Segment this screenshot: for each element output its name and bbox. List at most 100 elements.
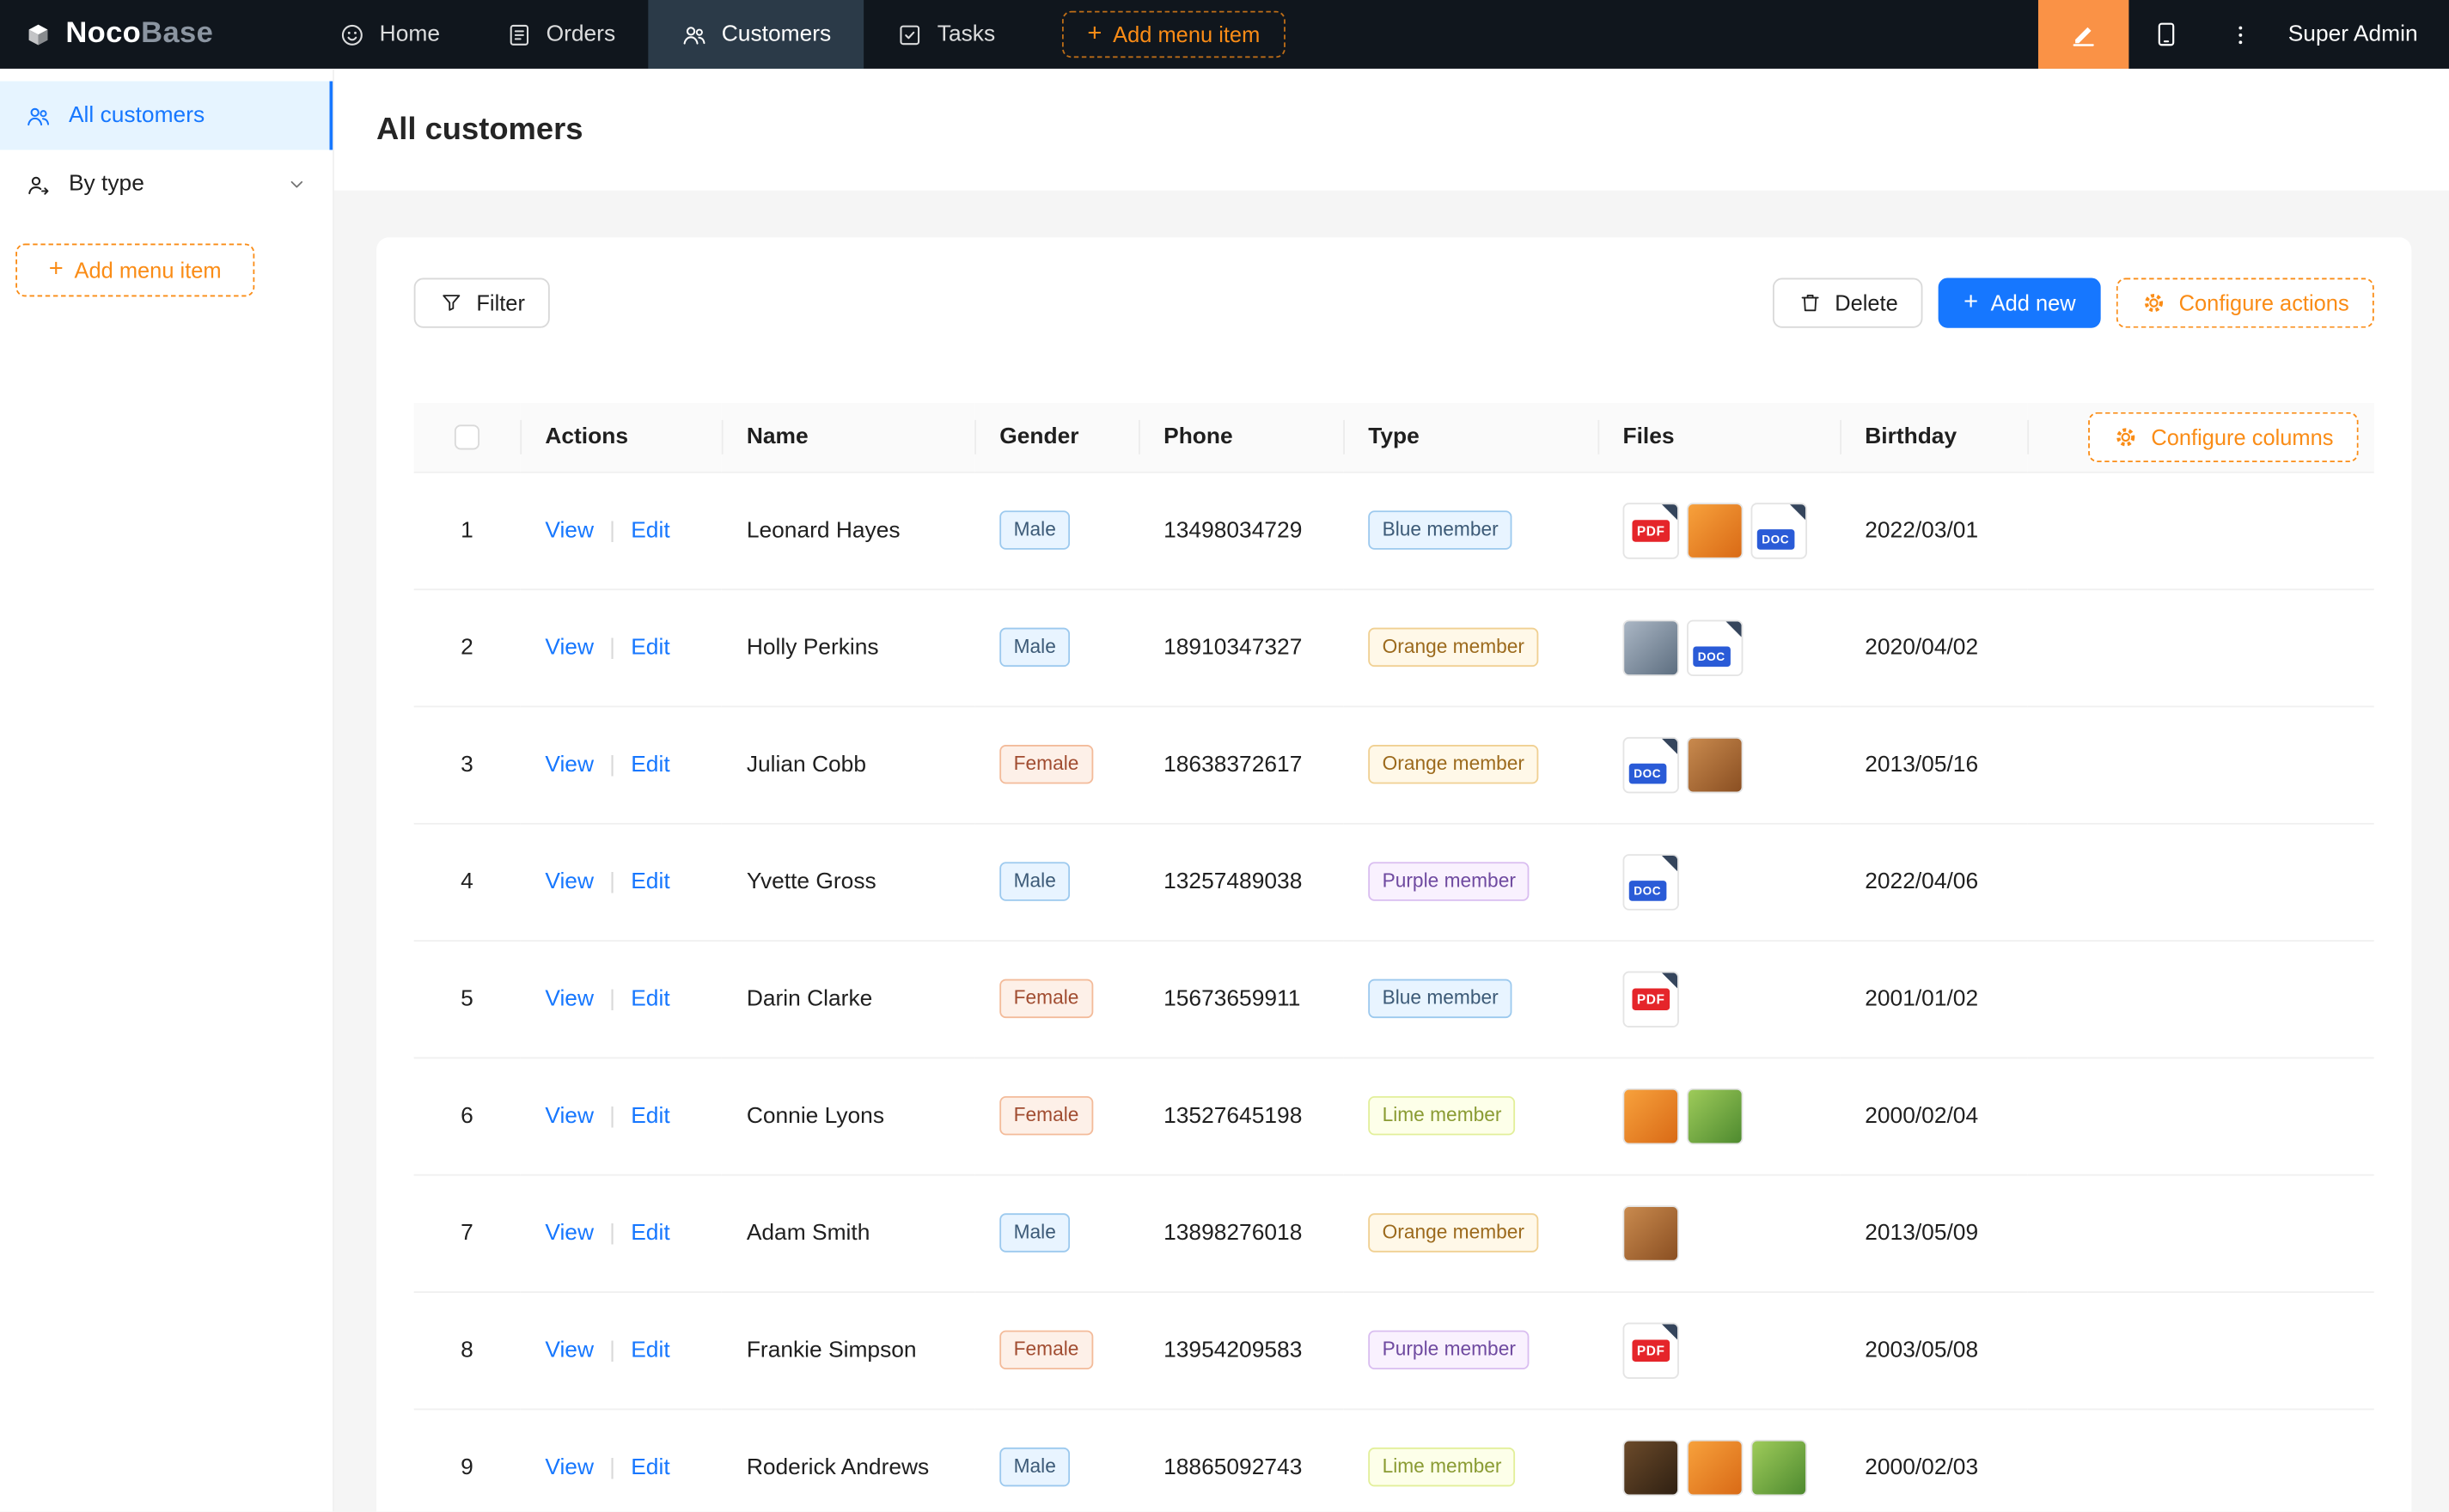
type-cell: Orange member [1343, 588, 1597, 705]
phone-cell: 13898276018 [1139, 1174, 1343, 1291]
column-header-type: Type [1343, 403, 1597, 472]
sidebar-item-all-customers[interactable]: All customers [0, 82, 333, 150]
configure-actions-label: Configure actions [2179, 290, 2349, 315]
row-index-cell: 1 [414, 472, 521, 588]
mobile-preview-button[interactable] [2128, 0, 2203, 69]
birthday-cell: 2003/05/08 [1840, 1291, 2027, 1408]
type-cell: Orange member [1343, 1174, 1597, 1291]
pdf-file-thumbnail[interactable]: PDF [1622, 1322, 1678, 1378]
row-index-cell: 2 [414, 588, 521, 705]
user-name[interactable]: Super Admin [2279, 21, 2449, 46]
image-file-thumbnail[interactable] [1622, 1439, 1678, 1495]
view-link[interactable]: View [545, 1338, 594, 1363]
image-file-thumbnail[interactable] [1687, 502, 1743, 558]
pdf-file-thumbnail[interactable]: PDF [1622, 502, 1678, 558]
type-cell: Lime member [1343, 1058, 1597, 1174]
ui-editor-toggle-button[interactable] [2038, 0, 2128, 69]
edit-link[interactable]: Edit [631, 752, 669, 777]
phone-cell: 13498034729 [1139, 472, 1343, 588]
edit-link[interactable]: Edit [631, 518, 669, 543]
image-file-thumbnail[interactable] [1622, 619, 1678, 675]
row-index-cell: 3 [414, 706, 521, 823]
column-header-actions: Actions [520, 403, 721, 472]
doc-file-thumbnail[interactable]: DOC [1622, 736, 1678, 792]
add-new-button[interactable]: + Add new [1939, 278, 2101, 328]
row-actions-cell: View|Edit [520, 706, 721, 823]
logo-text: NocoBase [65, 17, 213, 52]
doc-file-thumbnail[interactable]: DOC [1751, 502, 1807, 558]
type-tag: Blue member [1368, 510, 1512, 549]
highlighter-icon [2069, 21, 2098, 49]
action-divider: | [609, 1103, 615, 1128]
edit-link[interactable]: Edit [631, 1103, 669, 1128]
edit-link[interactable]: Edit [631, 1338, 669, 1363]
filter-label: Filter [476, 290, 525, 315]
table-body: 1View|EditLeonard HayesMale13498034729Bl… [414, 472, 2374, 1512]
filter-button[interactable]: Filter [414, 278, 550, 328]
doc-file-thumbnail[interactable]: DOC [1622, 853, 1678, 909]
form-icon [505, 21, 532, 48]
type-tag: Orange member [1368, 1213, 1538, 1252]
file-thumbnail-group: DOC [1622, 736, 1815, 792]
edit-link[interactable]: Edit [631, 635, 669, 660]
gender-cell: Male [974, 1174, 1139, 1291]
nav-item-customers[interactable]: Customers [648, 0, 864, 69]
edit-link[interactable]: Edit [631, 1220, 669, 1245]
nav-item-tasks[interactable]: Tasks [864, 0, 1028, 69]
edit-link[interactable]: Edit [631, 986, 669, 1011]
nav-item-label: Orders [547, 21, 616, 46]
add-menu-item-button-topnav[interactable]: + Add menu item [1062, 11, 1285, 58]
column-header-phone: Phone [1139, 403, 1343, 472]
view-link[interactable]: View [545, 1220, 594, 1245]
edit-link[interactable]: Edit [631, 869, 669, 893]
nav-item-orders[interactable]: Orders [473, 0, 648, 69]
configure-actions-button[interactable]: Configure actions [2116, 278, 2374, 328]
view-link[interactable]: View [545, 635, 594, 660]
birthday-cell: 2000/02/04 [1840, 1058, 2027, 1174]
doc-file-thumbnail[interactable]: DOC [1687, 619, 1743, 675]
configure-columns-button[interactable]: Configure columns [2089, 412, 2359, 461]
action-divider: | [609, 635, 615, 660]
view-link[interactable]: View [545, 1454, 594, 1479]
phone-cell: 15673659911 [1139, 940, 1343, 1057]
gender-cell: Male [974, 1408, 1139, 1511]
name-cell: Holly Perkins [722, 588, 974, 705]
pdf-file-thumbnail[interactable]: PDF [1622, 971, 1678, 1027]
image-file-thumbnail[interactable] [1622, 1204, 1678, 1260]
add-menu-item-button-sidebar[interactable]: + Add menu item [15, 244, 254, 297]
phone-cell: 13954209583 [1139, 1291, 1343, 1408]
image-file-thumbnail[interactable] [1687, 1439, 1743, 1495]
phone-cell: 18638372617 [1139, 706, 1343, 823]
birthday-cell: 2020/04/02 [1840, 588, 2027, 705]
view-link[interactable]: View [545, 986, 594, 1011]
delete-button[interactable]: Delete [1773, 278, 1923, 328]
image-file-thumbnail[interactable] [1687, 736, 1743, 792]
image-file-thumbnail[interactable] [1687, 1088, 1743, 1143]
select-all-checkbox[interactable] [455, 424, 479, 449]
image-file-thumbnail[interactable] [1751, 1439, 1807, 1495]
view-link[interactable]: View [545, 752, 594, 777]
files-cell [1597, 1408, 1840, 1511]
view-link[interactable]: View [545, 518, 594, 543]
smile-icon [339, 21, 365, 48]
more-menu-button[interactable] [2204, 0, 2279, 69]
team-icon [681, 21, 708, 48]
edit-link[interactable]: Edit [631, 1454, 669, 1479]
type-cell: Purple member [1343, 823, 1597, 940]
table-row: 1View|EditLeonard HayesMale13498034729Bl… [414, 472, 2374, 588]
select-all-header-cell [414, 403, 521, 472]
view-link[interactable]: View [545, 1103, 594, 1128]
sidebar-item-by-type[interactable]: By type [0, 149, 333, 218]
nocobase-logo[interactable]: NocoBase [0, 0, 306, 69]
nav-item-home[interactable]: Home [306, 0, 473, 69]
view-link[interactable]: View [545, 869, 594, 893]
image-file-thumbnail[interactable] [1622, 1088, 1678, 1143]
row-actions-cell: View|Edit [520, 1408, 721, 1511]
table-row: 3View|EditJulian CobbFemale18638372617Or… [414, 706, 2374, 823]
phone-cell: 18910347327 [1139, 588, 1343, 705]
team-icon [25, 102, 52, 129]
plus-icon: + [1087, 21, 1102, 46]
row-trailing-cell [2027, 1174, 2374, 1291]
type-tag: Orange member [1368, 628, 1538, 667]
type-tag: Orange member [1368, 745, 1538, 783]
